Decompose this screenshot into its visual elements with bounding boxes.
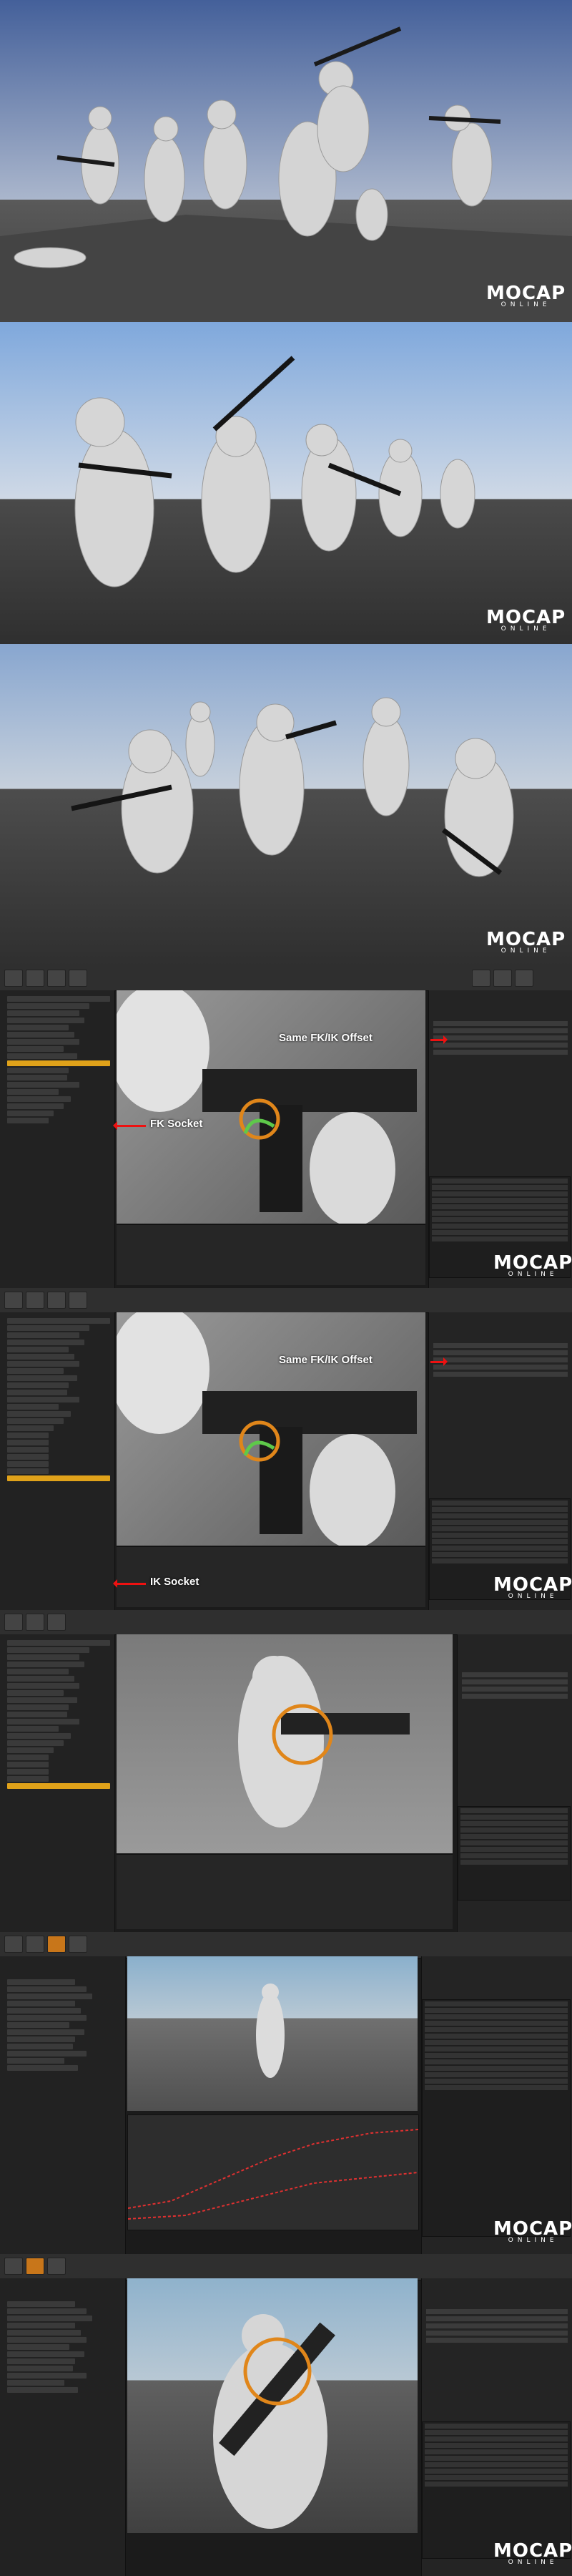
mode-icon[interactable] (472, 970, 490, 987)
settings-icon[interactable] (69, 970, 87, 987)
mocap-logo: MOCAP ONLINE (493, 1252, 572, 1278)
ik-socket-callout: IK Socket (150, 1576, 199, 1588)
mocap-logo: MOCAP ONLINE (486, 283, 566, 308)
offset-callout: Same FK/IK Offset (279, 1354, 373, 1366)
render-panel-3: MOCAP ONLINE (0, 644, 572, 966)
save-icon[interactable] (4, 1292, 23, 1309)
asset-list[interactable] (422, 2421, 571, 2559)
save-icon[interactable] (4, 2258, 23, 2275)
save-icon[interactable] (4, 1936, 23, 1953)
details-panel[interactable] (421, 2278, 572, 2576)
editor-toolbar (0, 2254, 572, 2280)
editor-toolbar (0, 1288, 572, 1313)
mocap-logo: MOCAP ONLINE (493, 1574, 572, 1600)
mocap-logo: MOCAP ONLINE (486, 607, 566, 633)
mocap-logo: MOCAP ONLINE (493, 2218, 572, 2244)
editor-panel-body (0, 1610, 572, 1932)
socket-row[interactable] (7, 1783, 110, 1789)
browse-icon[interactable] (26, 1936, 44, 1953)
render-panel-1: MOCAP ONLINE (0, 0, 572, 322)
mocap-logo: MOCAP ONLINE (493, 2540, 572, 2566)
editor-toolbar (0, 1610, 572, 1635)
render-panel-2: MOCAP ONLINE (0, 322, 572, 644)
fk-socket-row[interactable] (7, 1060, 110, 1066)
preview-icon[interactable] (47, 2258, 66, 2275)
editor-toolbar (0, 966, 572, 991)
mannequin-render-1 (0, 26, 572, 322)
editor-panel-fk: Same FK/IK Offset FK Socket MOCAP ONLINE (0, 966, 572, 1288)
preview-icon[interactable] (47, 1292, 66, 1309)
skeleton-tree[interactable] (0, 990, 115, 1288)
viewport[interactable] (117, 990, 425, 1224)
editor-toolbar (0, 1932, 572, 1958)
mocap-logo: MOCAP ONLINE (486, 929, 566, 955)
arrow-icon (430, 1035, 448, 1044)
offset-callout: Same FK/IK Offset (279, 1032, 373, 1044)
fk-socket-callout: FK Socket (150, 1118, 203, 1130)
browse-icon[interactable] (26, 1614, 44, 1631)
asset-list[interactable] (422, 1999, 571, 2237)
timeline[interactable] (117, 1224, 425, 1285)
preview-icon[interactable] (47, 1614, 66, 1631)
editor-panel-aim: MOCAP ONLINE (0, 2254, 572, 2576)
ik-socket-row[interactable] (7, 1475, 110, 1481)
arrow-icon (430, 1357, 448, 1366)
viewport[interactable] (127, 2278, 418, 2533)
mannequin-render-3 (71, 697, 514, 877)
skeleton-tree[interactable] (0, 1312, 115, 1610)
skeleton-tree[interactable] (0, 1956, 126, 2254)
timeline[interactable] (117, 1854, 453, 1929)
arrow-icon (113, 1121, 146, 1130)
arrow-icon (113, 1579, 146, 1588)
editor-panel-ik: Same FK/IK Offset IK Socket MOCAP ONLINE (0, 1288, 572, 1610)
settings-icon[interactable] (69, 1292, 87, 1309)
editor-panel-curves: MOCAP ONLINE (0, 1932, 572, 2254)
preview-icon[interactable] (47, 970, 66, 987)
details-panel[interactable] (457, 1634, 572, 1932)
mannequin-render-2 (74, 356, 475, 587)
viewport[interactable] (117, 1634, 453, 1853)
details-panel[interactable] (421, 1956, 572, 2254)
mode-icon[interactable] (47, 1936, 66, 1953)
save-icon[interactable] (4, 1614, 23, 1631)
skeleton-tree[interactable] (0, 2278, 126, 2576)
mode-icon[interactable] (26, 2258, 44, 2275)
browse-icon[interactable] (26, 1292, 44, 1309)
save-icon[interactable] (4, 970, 23, 987)
mode-icon[interactable] (515, 970, 533, 987)
viewport[interactable] (127, 1956, 418, 2111)
settings-icon[interactable] (69, 1936, 87, 1953)
browse-icon[interactable] (26, 970, 44, 987)
viewport[interactable] (117, 1312, 425, 1546)
curve-editor[interactable] (127, 2114, 419, 2230)
asset-list[interactable] (458, 1806, 571, 1901)
skeleton-tree[interactable] (0, 1634, 115, 1932)
mode-icon[interactable] (493, 970, 512, 987)
